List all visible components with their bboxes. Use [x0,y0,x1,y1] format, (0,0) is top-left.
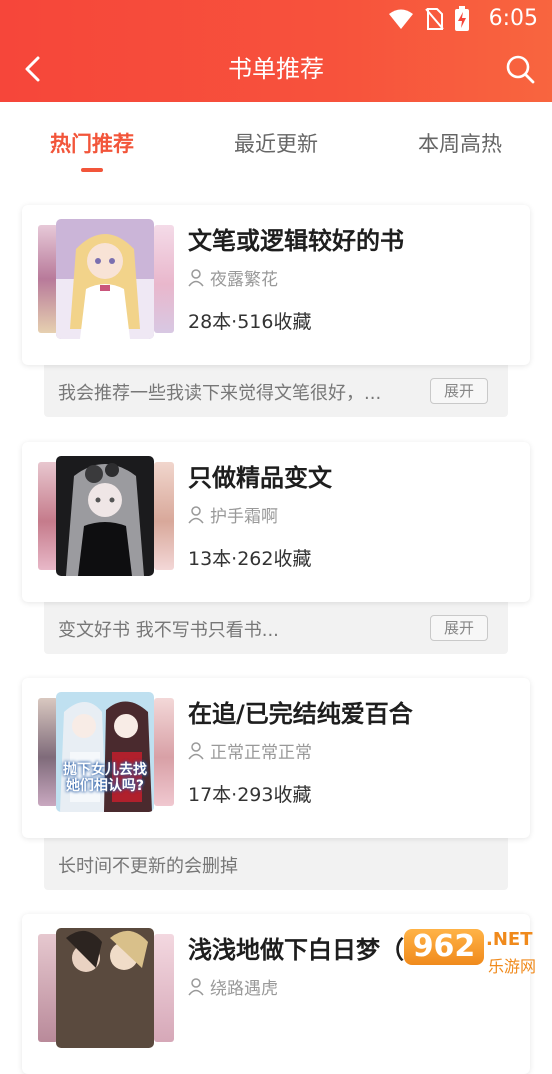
booklist-desc: 变文好书 我不写书只看书... [58,620,279,641]
status-time: 6:05 [488,6,538,31]
tab-weekly[interactable]: 本周高热 [390,128,530,158]
cover-stack-right [154,462,174,570]
booklist-desc-bar: 变文好书 我不写书只看书... 展开 [44,602,508,654]
tab-recent[interactable]: 最近更新 [206,128,346,158]
booklist-desc-bar: 长时间不更新的会删掉 [44,838,508,890]
booklist-stats: 17本·293收藏 [188,784,312,806]
booklist-title: 只做精品变文 [188,464,332,492]
cover-stack-left [38,934,58,1042]
cover-stack-left [38,462,58,570]
cover-stack-left [38,225,58,333]
watermark-sub: 乐游网 [488,957,537,976]
booklist-card[interactable]: 抛下女儿去找她们相认吗? 在追/已完结纯爱百合 正常正常正常 17本·293收藏 [22,678,530,838]
booklist-author-row: 夜露繁花 [188,265,278,290]
book-cover-image [56,456,154,576]
watermark-logo: 962 [404,929,484,965]
booklist-author-row: 护手霜啊 [188,502,278,527]
user-icon [188,505,204,523]
booklist-stats: 28本·516收藏 [188,311,312,333]
booklist-author: 夜露繁花 [210,270,278,290]
book-cover-image [56,219,154,339]
search-icon[interactable] [504,52,536,86]
status-icons [388,6,470,32]
cover-stack-left [38,698,58,806]
user-icon [188,741,204,759]
user-icon [188,268,204,286]
booklist-stats: 13本·262收藏 [188,548,312,570]
booklist-author-row: 绕路遇虎 [188,974,278,999]
expand-button[interactable]: 展开 [430,615,488,641]
booklist-card[interactable]: 只做精品变文 护手霜啊 13本·262收藏 [22,442,530,602]
booklist-author: 护手霜啊 [210,507,278,527]
book-cover-image [56,928,154,1048]
cover-stack-right [154,934,174,1042]
expand-button[interactable]: 展开 [430,378,488,404]
app-header: 6:05 书单推荐 [0,0,552,102]
booklist-desc-bar: 我会推荐一些我读下来觉得文笔很好，... 展开 [44,365,508,417]
status-bar: 6:05 [0,0,552,38]
battery-charging-icon [455,6,469,31]
booklist-author: 绕路遇虎 [210,979,278,999]
booklist-title: 文笔或逻辑较好的书 [188,227,404,255]
watermark-tld: .NET [486,929,533,950]
booklist-title: 在追/已完结纯爱百合 [188,700,413,728]
no-sim-icon [425,8,444,30]
cover-title-text: 抛下女儿去找她们相认吗? [63,762,147,794]
user-icon [188,977,204,995]
booklist-title: 浅浅地做下白日梦（原 [188,936,428,964]
booklist-author-row: 正常正常正常 [188,738,312,763]
booklist-desc: 长时间不更新的会删掉 [58,856,238,877]
booklist-author: 正常正常正常 [210,743,312,763]
site-watermark: 962 .NET 乐游网 [404,923,544,979]
cover-stack-right [154,698,174,806]
tab-hot[interactable]: 热门推荐 [22,128,162,158]
booklist-card[interactable]: 文笔或逻辑较好的书 夜露繁花 28本·516收藏 [22,205,530,365]
book-cover-image: 抛下女儿去找她们相认吗? [56,692,154,812]
wifi-icon [389,9,413,29]
booklist-desc: 我会推荐一些我读下来觉得文笔很好，... [58,383,382,404]
active-tab-indicator [81,168,103,172]
cover-stack-right [154,225,174,333]
page-title: 书单推荐 [228,55,324,83]
